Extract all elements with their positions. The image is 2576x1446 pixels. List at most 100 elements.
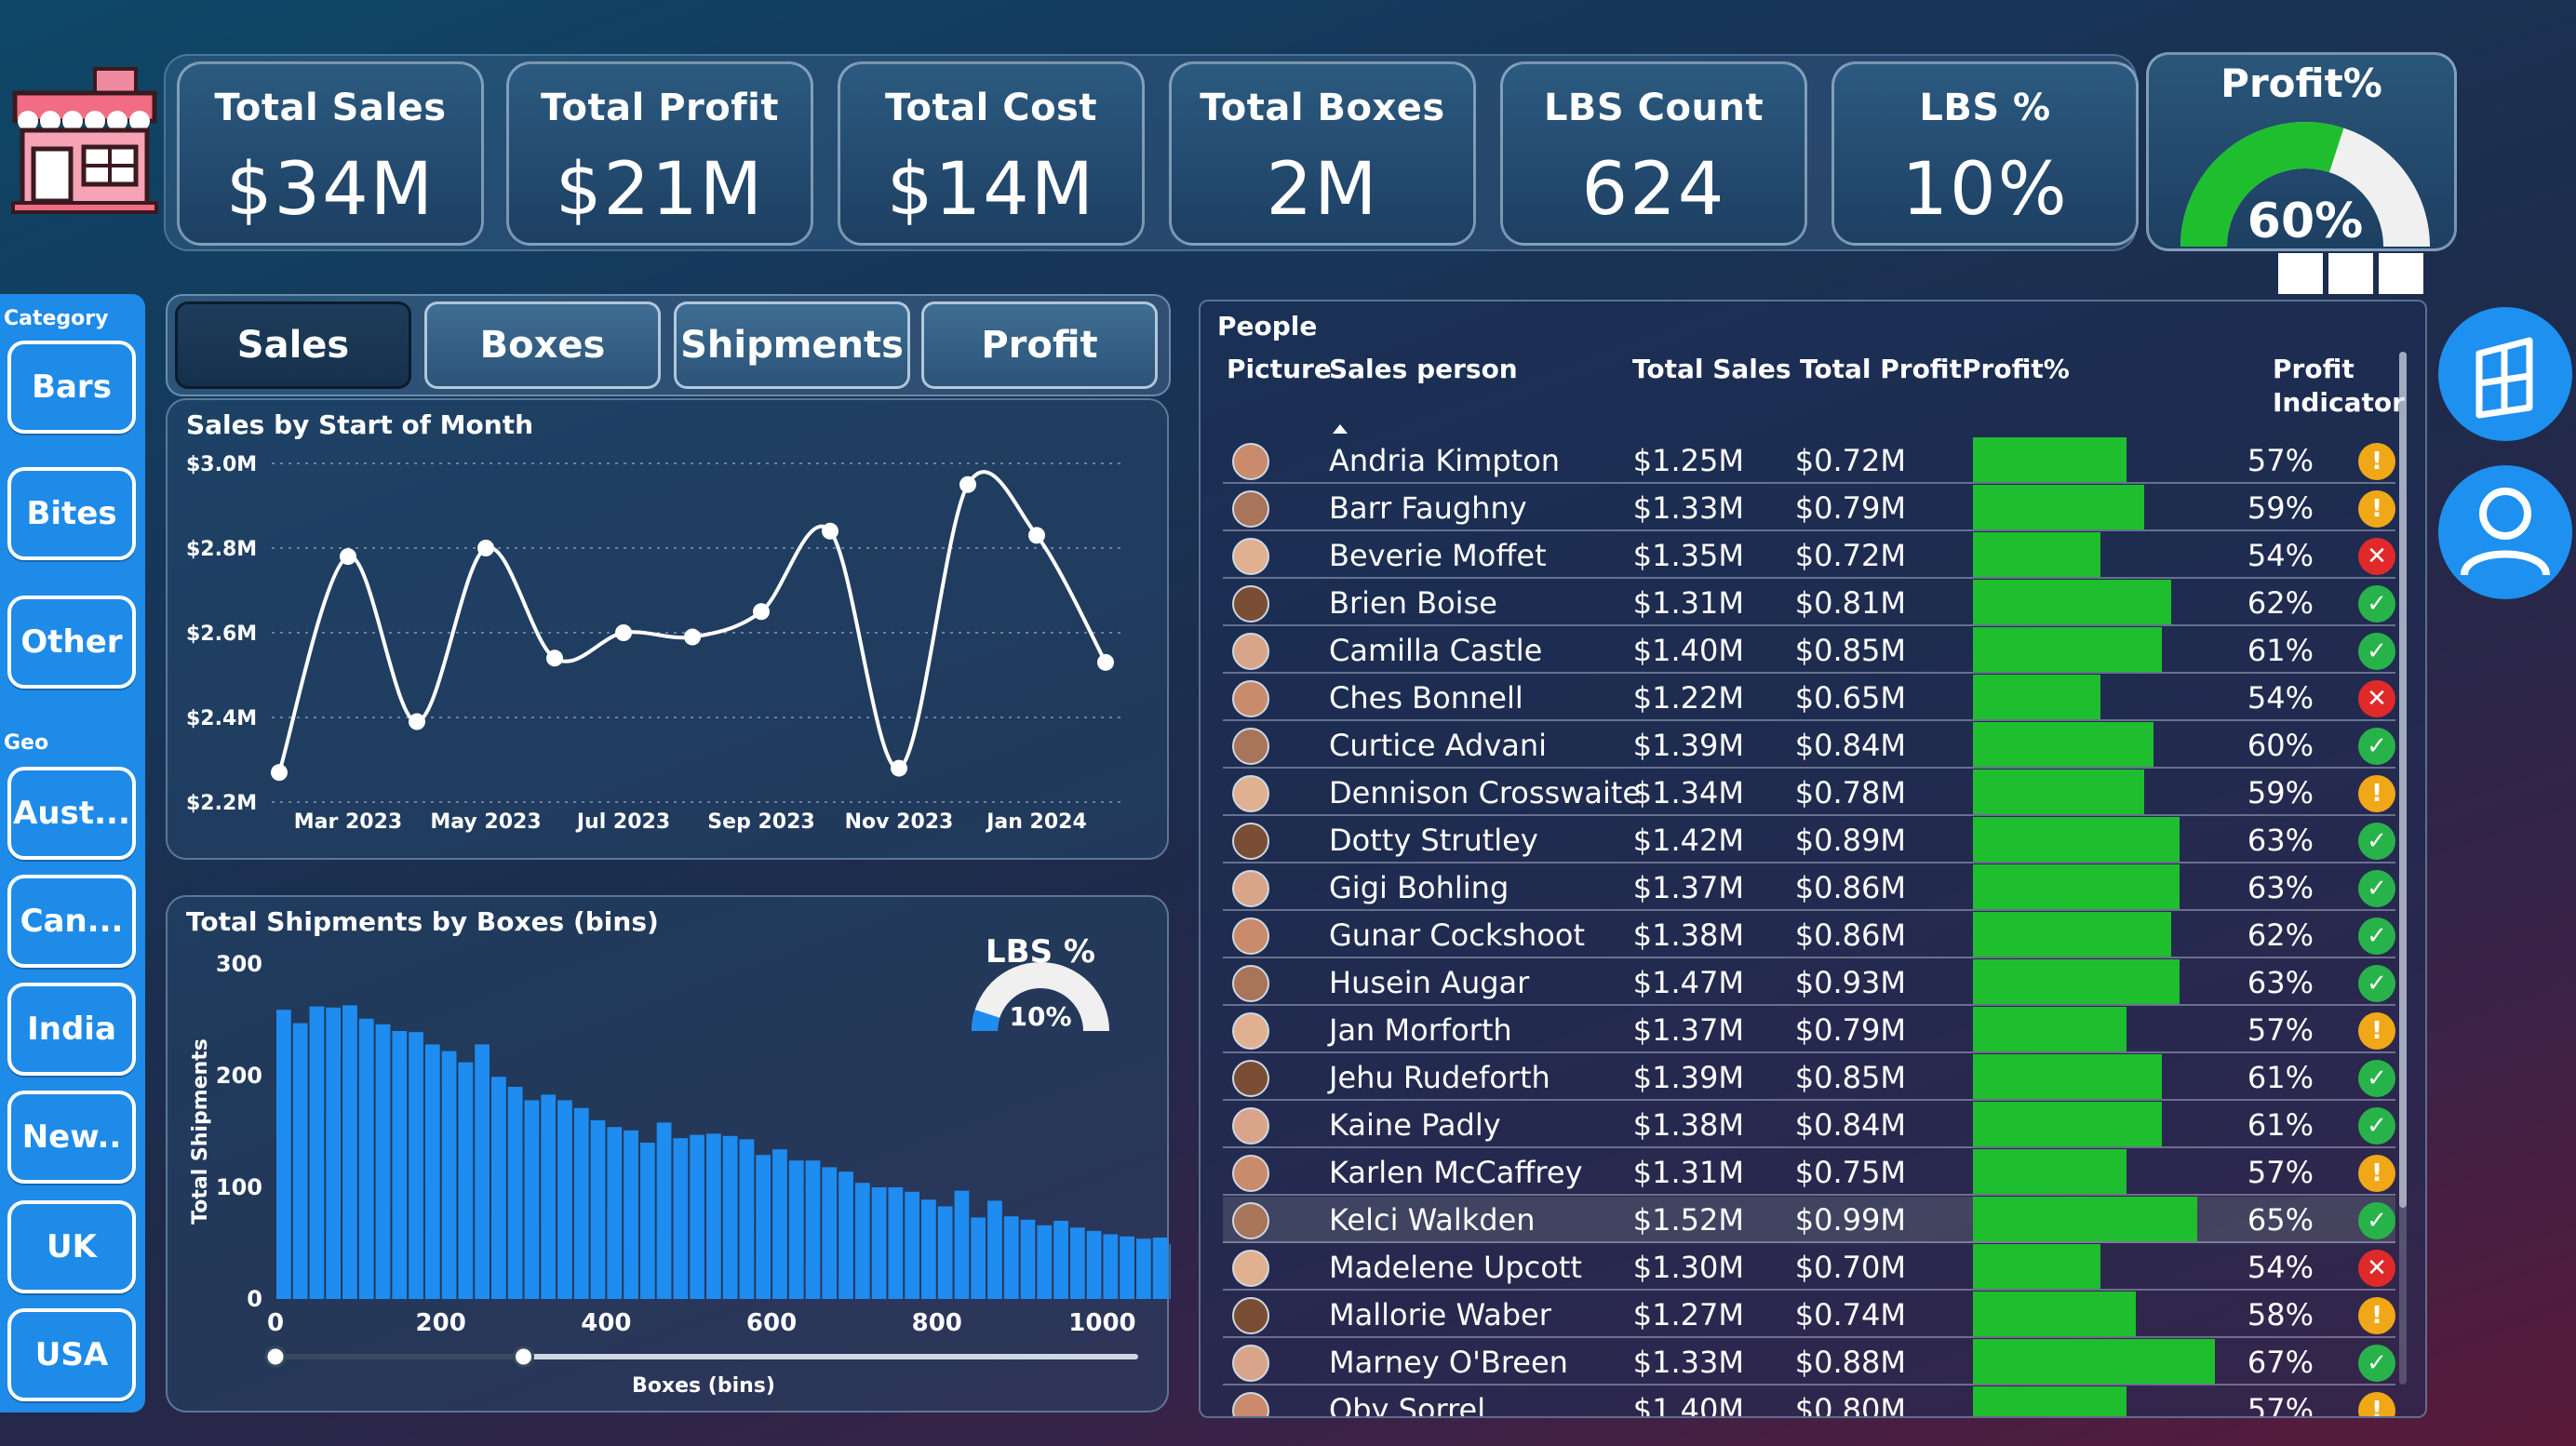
bar[interactable] [1086,1230,1102,1299]
bar[interactable] [1037,1225,1053,1299]
bar[interactable] [854,1183,870,1299]
column-header-sales-person[interactable]: Sales person [1329,354,1518,384]
bar[interactable] [541,1094,557,1299]
bar[interactable] [905,1191,919,1299]
bar[interactable] [1103,1234,1119,1299]
bar[interactable] [772,1149,787,1299]
bar[interactable] [690,1134,704,1299]
slicer-category-bites[interactable]: Bites [7,467,136,560]
data-point[interactable] [684,628,701,646]
slicer-geo-usa[interactable]: USA [7,1308,136,1401]
table-row[interactable]: Beverie Moffet $1.35M $0.72M 54% ✕ [1223,532,2395,579]
bar[interactable] [673,1138,689,1299]
table-scroll-thumb[interactable] [2399,352,2407,1208]
sort-ascending-icon[interactable] [1331,422,1349,435]
table-row[interactable]: Karlen McCaffrey $1.31M $0.75M 57%! [1223,1149,2395,1196]
bar[interactable] [888,1187,904,1299]
table-row[interactable]: Oby Sorrel $1.40M $0.80M 57%! [1223,1386,2395,1416]
bar[interactable] [822,1167,838,1299]
column-header-profit-percent[interactable]: Profit% [1962,354,2070,384]
bar[interactable] [624,1130,638,1299]
range-slider-handle[interactable] [513,1346,535,1368]
data-point[interactable] [477,540,494,556]
bar[interactable] [1020,1219,1036,1299]
table-row[interactable]: Gigi Bohling $1.37M $0.86M 63% ✓ [1223,864,2395,911]
data-point[interactable] [891,759,907,777]
bar[interactable] [706,1133,721,1299]
bar[interactable] [557,1100,572,1299]
bar[interactable] [326,1007,342,1299]
bar[interactable] [722,1135,738,1299]
column-header-profit-indicator-line1[interactable]: Profit [2273,354,2355,384]
data-point[interactable] [615,624,632,641]
data-point[interactable] [340,548,356,566]
table-row[interactable]: Marney O'Breen $1.33M $0.88M 67% ✓ [1223,1339,2395,1386]
bar[interactable] [507,1087,523,1299]
bar[interactable] [656,1122,672,1299]
data-point[interactable] [546,649,563,667]
slicer-geo-new-zealand[interactable]: New.. [7,1091,136,1184]
slicer-geo-uk[interactable]: UK [7,1200,136,1293]
bar[interactable] [573,1107,589,1299]
bar[interactable] [987,1200,1002,1299]
column-header-profit-indicator-line2[interactable]: Indicator [2273,387,2405,418]
table-row[interactable]: Curtice Advani $1.39M $0.84M 60% ✓ [1223,722,2395,769]
bar[interactable] [276,1010,291,1299]
bar[interactable] [1136,1238,1151,1299]
bar[interactable] [1053,1221,1068,1299]
table-row[interactable]: Kaine Padly $1.38M $0.84M 61% ✓ [1223,1102,2395,1148]
bar[interactable] [491,1077,506,1299]
column-header-total-profit[interactable]: Total Profit [1800,354,1962,384]
table-row[interactable]: Gunar Cockshoot $1.38M $0.86M 62% ✓ [1223,912,2395,958]
table-row[interactable]: Barr Faughny $1.33M $0.79M 59%! [1223,485,2395,531]
bar[interactable] [309,1006,325,1299]
data-point[interactable] [1097,653,1114,671]
bar[interactable] [524,1100,540,1299]
windows-button[interactable] [2438,307,2572,441]
tab-boxes[interactable]: Boxes [424,301,661,389]
bar[interactable] [1003,1216,1019,1299]
bar[interactable] [937,1206,953,1299]
bar[interactable] [375,1024,391,1299]
tab-shipments[interactable]: Shipments [674,301,910,389]
bar[interactable] [409,1032,423,1299]
data-point[interactable] [271,764,288,782]
bar[interactable] [441,1051,457,1299]
bar[interactable] [392,1031,408,1299]
data-point[interactable] [753,603,770,621]
range-slider-handle[interactable] [264,1346,287,1368]
bar[interactable] [788,1160,804,1299]
table-row[interactable]: Ches Bonnell $1.22M $0.65M 54% ✕ [1223,675,2395,721]
bar[interactable] [1069,1227,1085,1299]
table-row[interactable]: Brien Boise $1.31M $0.81M 62% ✓ [1223,580,2395,626]
bar[interactable] [639,1143,655,1299]
tab-sales[interactable]: Sales [175,301,411,389]
data-point[interactable] [409,713,425,730]
table-row[interactable]: Andria Kimpton $1.25M $0.72M 57%! [1223,437,2395,484]
table-row[interactable]: Husein Augar $1.47M $0.93M 63% ✓ [1223,959,2395,1006]
table-row[interactable]: Dotty Strutley $1.42M $0.89M 63% ✓ [1223,817,2395,864]
bar[interactable] [1152,1238,1168,1299]
bar[interactable] [590,1120,606,1299]
data-point[interactable] [822,522,839,540]
tab-profit[interactable]: Profit [921,301,1158,389]
bar[interactable] [921,1199,936,1299]
bar[interactable] [458,1062,474,1299]
bar[interactable] [971,1217,986,1299]
table-row[interactable]: Kelci Walkden $1.52M $0.99M 65% ✓ [1223,1197,2395,1243]
data-point[interactable] [1028,527,1045,544]
bar[interactable] [839,1172,853,1299]
user-button[interactable] [2438,465,2572,599]
table-row[interactable]: Camilla Castle $1.40M $0.85M 61% ✓ [1223,627,2395,674]
table-row[interactable]: Dennison Crosswaite $1.34M $0.78M 59%! [1223,770,2395,816]
column-header-picture[interactable]: Picture [1227,354,1332,384]
slicer-geo-india[interactable]: India [7,983,136,1076]
slicer-geo-canada[interactable]: Can... [7,875,136,968]
table-row[interactable]: Jehu Rudeforth $1.39M $0.85M 61% ✓ [1223,1054,2395,1101]
slicer-geo-australia[interactable]: Aust... [7,767,136,860]
table-row[interactable]: Jan Morforth $1.37M $0.79M 57%! [1223,1007,2395,1053]
bar[interactable] [739,1139,755,1299]
bar[interactable] [424,1044,440,1299]
sales-line-chart[interactable]: $3.0M $2.8M $2.6M $2.4M $2.2M Mar 2023 May 202… [168,400,1171,862]
bar[interactable] [358,1018,374,1299]
